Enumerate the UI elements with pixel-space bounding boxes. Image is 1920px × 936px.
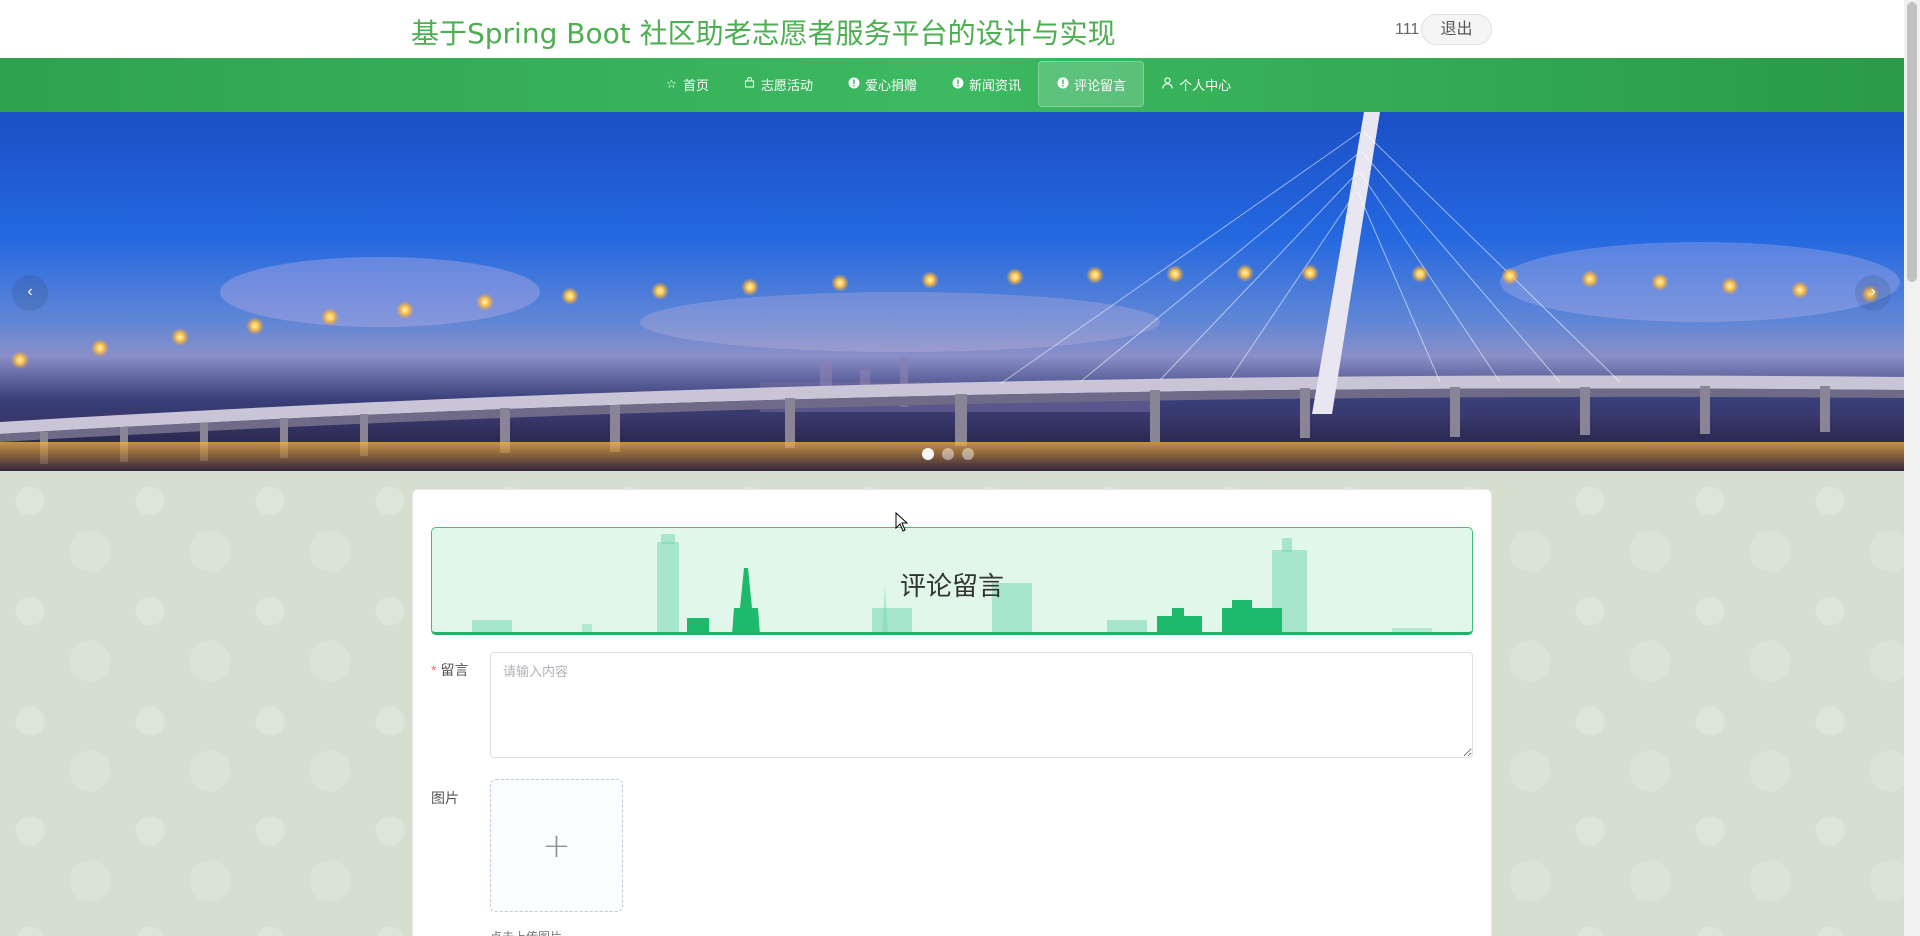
info-circle-icon	[1056, 77, 1069, 92]
carousel-dot-2[interactable]	[942, 448, 954, 460]
nav-item-news[interactable]: 新闻资讯	[934, 61, 1038, 107]
top-header: 基于Spring Boot 社区助老志愿者服务平台的设计与实现 111 退出	[0, 0, 1904, 58]
mouse-cursor-icon	[895, 512, 909, 532]
star-icon: ☆	[666, 77, 677, 91]
plus-icon: +	[542, 825, 571, 866]
message-label-text: 留言	[440, 662, 469, 678]
banner-carousel: ‹ ›	[0, 112, 1904, 471]
required-mark: *	[431, 662, 437, 678]
bag-icon	[743, 76, 756, 91]
image-upload-button[interactable]: +	[490, 779, 623, 912]
nav-item-donation[interactable]: 爱心捐赠	[830, 61, 934, 107]
section-header: 评论留言	[431, 527, 1473, 635]
carousel-next-button[interactable]: ›	[1855, 275, 1891, 311]
nav-item-volunteer-activities[interactable]: 志愿活动	[726, 61, 830, 107]
message-textarea[interactable]	[490, 652, 1473, 758]
scrollbar-thumb[interactable]	[1907, 2, 1917, 282]
nav-item-label: 志愿活动	[761, 77, 814, 93]
site-title: 基于Spring Boot 社区助老志愿者服务平台的设计与实现	[411, 17, 1116, 50]
upload-tip: 点击上传图片	[490, 928, 562, 936]
comment-form-card: 评论留言 *留言 图片 + 点击上传图片	[412, 489, 1492, 936]
nav-item-profile[interactable]: 个人中心	[1144, 61, 1248, 107]
logout-button[interactable]: 退出	[1421, 14, 1492, 45]
user-name: 111	[1395, 21, 1420, 38]
nav-item-label: 评论留言	[1074, 77, 1127, 93]
bridge-night-image	[0, 112, 1904, 471]
message-label: * 留言	[431, 660, 468, 680]
nav-item-comments[interactable]: 评论留言	[1038, 61, 1145, 107]
carousel-dot-1[interactable]	[922, 448, 934, 460]
nav-item-label: 新闻资讯	[969, 77, 1022, 93]
image-label: 图片	[431, 790, 459, 806]
main-nav: ☆ 首页 志愿活动 爱心捐赠 新闻资讯 评论留言 个人中心	[0, 58, 1904, 112]
carousel-indicators	[922, 448, 974, 460]
info-circle-icon	[951, 77, 964, 92]
page: 基于Spring Boot 社区助老志愿者服务平台的设计与实现 111 退出 ☆…	[0, 0, 1904, 936]
nav-item-home[interactable]: ☆ 首页	[648, 61, 726, 107]
section-title: 评论留言	[899, 572, 1004, 602]
nav-item-label: 个人中心	[1179, 77, 1232, 93]
user-icon	[1161, 76, 1174, 92]
carousel-prev-button[interactable]: ‹	[12, 275, 48, 311]
carousel-dot-3[interactable]	[962, 448, 974, 460]
nav-item-label: 首页	[683, 77, 710, 93]
nav-item-label: 爱心捐赠	[865, 77, 918, 93]
info-circle-icon	[847, 77, 860, 92]
